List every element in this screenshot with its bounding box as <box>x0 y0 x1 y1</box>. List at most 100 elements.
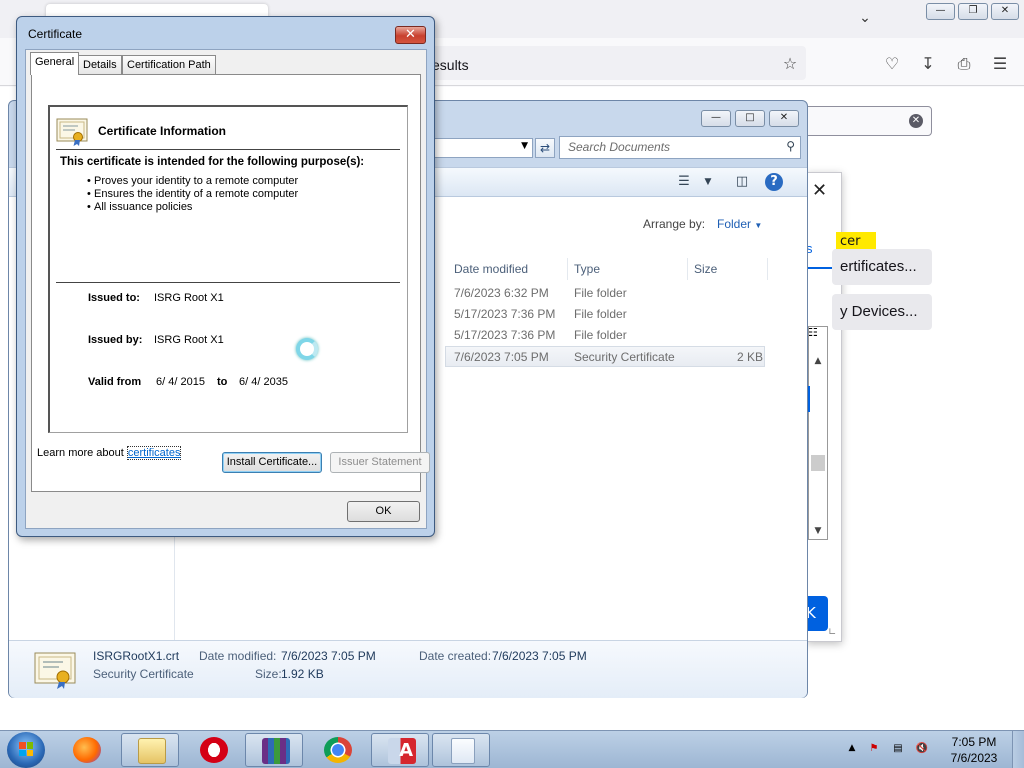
view-certificates-button[interactable]: ertificates... <box>832 249 932 285</box>
list-all-tabs-icon[interactable]: ⌄ <box>856 10 874 28</box>
show-hidden-icons-icon[interactable]: ▲ <box>844 743 860 759</box>
general-tab-panel: Certificate Information This certificate… <box>31 74 430 492</box>
valid-to-value: 6/ 4/ 2035 <box>239 376 288 388</box>
address-dropdown-icon[interactable]: ▼ <box>521 141 528 151</box>
opera-icon <box>200 737 228 763</box>
search-documents-input[interactable]: Search Documents ⚲ <box>559 136 801 159</box>
tab-certification-path[interactable]: Certification Path <box>122 55 216 74</box>
scroll-down-icon[interactable]: ▼ <box>811 526 825 540</box>
start-button[interactable] <box>7 732 45 768</box>
clear-search-icon[interactable]: ✕ <box>909 114 923 128</box>
purpose-item: All issuance policies <box>87 201 192 213</box>
explorer-maximize-button[interactable]: □ <box>735 110 765 127</box>
purpose-item: Proves your identity to a remote compute… <box>87 175 298 187</box>
issued-to-label: Issued to: <box>88 292 140 304</box>
refresh-icon[interactable]: ⇄ <box>535 138 555 158</box>
explorer-close-button[interactable]: ✕ <box>769 110 799 127</box>
volume-muted-icon[interactable]: 🔇 <box>914 743 930 759</box>
certificate-manager-close-icon[interactable]: ✕ <box>812 180 827 201</box>
details-pane: ISRGRootX1.crt Security Certificate Date… <box>9 640 807 698</box>
taskbar-winrar[interactable] <box>245 733 303 767</box>
chrome-icon <box>324 737 352 763</box>
scrollbar-thumb[interactable] <box>811 455 825 471</box>
valid-from-label: Valid from <box>88 376 142 388</box>
action-center-flag-icon[interactable]: ⚑ <box>866 743 882 759</box>
winrar-icon <box>262 738 290 764</box>
chevron-down-icon: ▼ <box>754 221 763 230</box>
file-type: File folder <box>574 286 627 300</box>
taskbar-notepad[interactable] <box>432 733 490 767</box>
extensions-icon[interactable]: ⎙ <box>953 53 975 75</box>
scroll-up-icon[interactable]: ▲ <box>811 356 825 370</box>
column-header-date-modified[interactable]: Date modified <box>448 258 568 280</box>
divider <box>56 149 400 150</box>
column-header-type[interactable]: Type <box>568 258 688 280</box>
folder-icon <box>138 738 166 764</box>
dialog-close-button[interactable]: ✕ <box>395 26 426 44</box>
preview-pane-icon[interactable]: ◫ <box>731 172 753 192</box>
settings-search-input[interactable]: ✕ <box>800 106 932 136</box>
certificate-file-icon <box>34 652 76 689</box>
taskbar-firefox[interactable] <box>57 733 115 767</box>
menu-icon[interactable]: ☰ <box>989 53 1011 75</box>
tab-general[interactable]: General <box>30 52 80 75</box>
resize-grip-icon[interactable]: ∟ <box>828 627 836 638</box>
file-size: 2 KB <box>737 350 764 364</box>
maximize-button[interactable]: ❐ <box>958 3 988 20</box>
acrobat-icon: A <box>388 738 416 764</box>
column-picker-icon[interactable]: ☷ <box>808 326 818 339</box>
file-row[interactable]: 5/17/2023 7:36 PM File folder <box>445 325 765 346</box>
file-row[interactable]: 7/6/2023 6:32 PM File folder <box>445 283 765 304</box>
file-date: 7/6/2023 7:05 PM <box>454 350 549 364</box>
file-date: 5/17/2023 7:36 PM <box>454 328 556 342</box>
learn-more-prefix: Learn more about <box>37 447 127 459</box>
install-certificate-button[interactable]: Install Certificate... <box>222 452 322 473</box>
certificate-info-heading: Certificate Information <box>98 124 227 138</box>
search-icon[interactable]: ⚲ <box>786 139 795 153</box>
file-type: Security Certificate <box>574 350 675 364</box>
file-row-selected[interactable]: 7/6/2023 7:05 PM Security Certificate 2 … <box>445 346 765 367</box>
file-type-label: Security Certificate <box>93 667 194 681</box>
taskbar-explorer[interactable] <box>121 733 179 767</box>
address-bar[interactable]: ▼ <box>429 138 533 158</box>
taskbar-acrobat[interactable]: A <box>371 733 429 767</box>
file-row[interactable]: 5/17/2023 7:36 PM File folder <box>445 304 765 325</box>
arrange-by-value: Folder <box>717 217 752 231</box>
taskbar-chrome[interactable] <box>308 733 366 767</box>
date-modified-value: 7/6/2023 7:05 PM <box>281 649 376 663</box>
help-icon[interactable]: ? <box>765 173 783 191</box>
taskbar: A ▲ ⚑ ▤ 🔇 7:05 PM 7/6/2023 <box>0 730 1024 768</box>
windows-logo-icon <box>19 742 33 756</box>
change-view-icon[interactable]: ☰ <box>673 172 695 192</box>
file-type: File folder <box>574 307 627 321</box>
size-label: Size: <box>255 667 282 681</box>
clock-date: 7/6/2023 <box>950 751 998 765</box>
certificates-link[interactable]: certificates <box>126 446 182 460</box>
column-header-size[interactable]: Size <box>688 258 768 280</box>
close-button[interactable]: ✕ <box>991 3 1019 20</box>
file-type: File folder <box>574 328 627 342</box>
date-modified-label: Date modified: <box>199 649 277 663</box>
certificate-info-box: Certificate Information This certificate… <box>48 105 408 433</box>
show-desktop-button[interactable] <box>1012 731 1024 768</box>
selected-row-marker <box>808 386 810 412</box>
downloads-icon[interactable]: ↧ <box>917 53 939 75</box>
file-name: ISRGRootX1.crt <box>93 649 180 663</box>
arrange-by-dropdown[interactable]: Folder ▼ <box>717 217 762 231</box>
firefox-icon <box>73 737 101 763</box>
network-icon[interactable]: ▤ <box>890 743 906 759</box>
security-devices-button[interactable]: y Devices... <box>832 294 932 330</box>
explorer-minimize-button[interactable]: — <box>701 110 731 127</box>
valid-from-value: 6/ 4/ 2015 <box>156 376 205 388</box>
tab-details[interactable]: Details <box>78 55 122 74</box>
size-value: 1.92 KB <box>281 667 324 681</box>
bookmark-star-icon[interactable]: ☆ <box>779 53 801 75</box>
ok-button[interactable]: OK <box>347 501 420 522</box>
minimize-button[interactable]: — <box>926 3 955 20</box>
view-dropdown-icon[interactable]: ▼ <box>697 172 719 192</box>
clock[interactable]: 7:05 PM 7/6/2023 <box>948 734 1000 766</box>
pocket-icon[interactable]: ♡ <box>881 53 903 75</box>
issued-by-label: Issued by: <box>88 334 143 346</box>
taskbar-opera[interactable] <box>184 733 242 767</box>
divider <box>56 282 400 283</box>
